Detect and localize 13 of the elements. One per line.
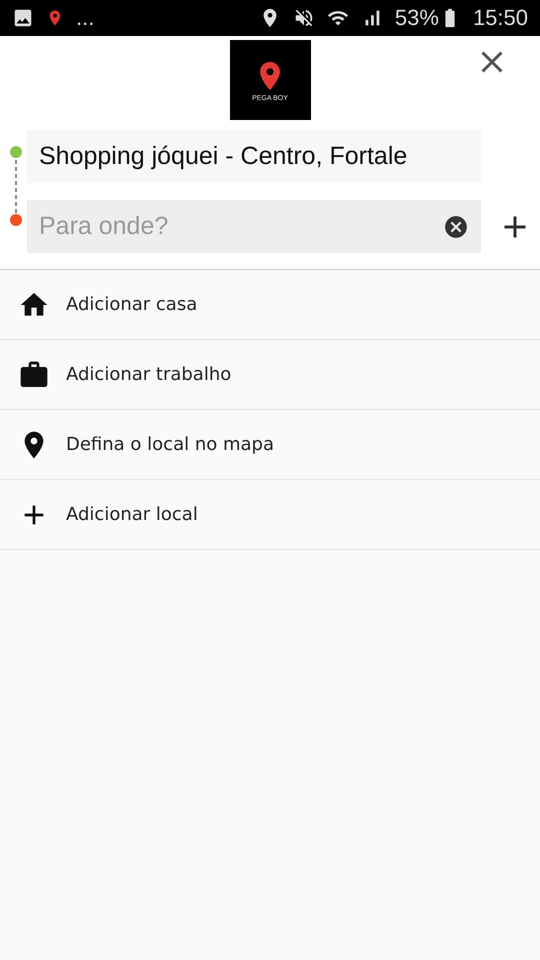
- place-option[interactable]: Adicionar trabalho: [0, 340, 540, 410]
- image-icon: [12, 7, 34, 29]
- battery-percent: 53%: [394, 5, 439, 31]
- place-option[interactable]: Defina o local no mapa: [0, 410, 540, 480]
- more-notifications: ...: [76, 5, 94, 31]
- clear-icon[interactable]: [443, 214, 469, 240]
- route-line-icon: [9, 145, 23, 227]
- destination-field[interactable]: Para onde?: [27, 200, 481, 253]
- origin-field[interactable]: Shopping jóquei - Centro, Fortale: [27, 130, 481, 183]
- destination-input[interactable]: Para onde?: [39, 212, 443, 241]
- clock: 15:50: [472, 5, 528, 31]
- place-option[interactable]: Adicionar local: [0, 480, 540, 550]
- place-option[interactable]: Adicionar casa: [0, 270, 540, 340]
